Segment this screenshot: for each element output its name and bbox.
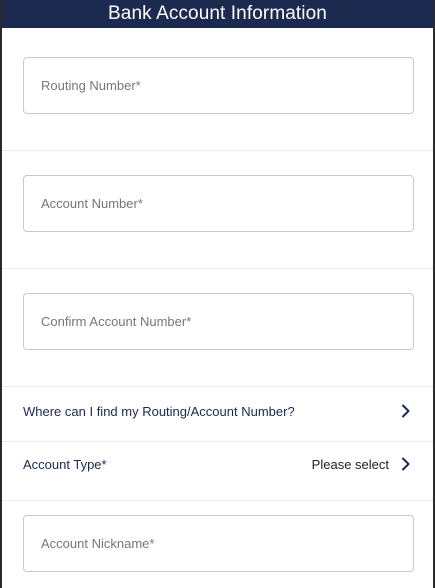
section-divider: [2, 150, 433, 151]
section-divider: [2, 500, 433, 501]
account-type-select[interactable]: Account Type* Please select: [2, 446, 433, 482]
account-number-input[interactable]: [41, 196, 413, 211]
confirm-account-number-field[interactable]: [23, 293, 414, 350]
chevron-right-icon: [402, 457, 410, 471]
page-title: Bank Account Information: [2, 0, 433, 28]
routing-help-label: Where can I find my Routing/Account Numb…: [23, 403, 295, 419]
section-divider: [2, 441, 433, 442]
routing-help-link[interactable]: Where can I find my Routing/Account Numb…: [2, 393, 433, 429]
bank-account-form: Bank Account Information Where can I fin…: [0, 0, 435, 588]
confirm-account-number-input[interactable]: [41, 314, 413, 329]
account-type-right: Please select: [312, 457, 411, 472]
section-divider: [2, 386, 433, 387]
page-title-text: Bank Account Information: [108, 3, 327, 24]
routing-number-field[interactable]: [23, 57, 414, 114]
routing-help-right: [401, 404, 411, 418]
routing-number-input[interactable]: [41, 78, 413, 93]
chevron-right-icon: [402, 404, 410, 418]
account-type-value: Please select: [311, 456, 389, 472]
account-type-label: Account Type*: [23, 456, 107, 472]
account-number-field[interactable]: [23, 175, 414, 232]
account-nickname-field[interactable]: [23, 515, 414, 572]
section-divider: [2, 268, 433, 269]
account-nickname-input[interactable]: [41, 536, 413, 551]
